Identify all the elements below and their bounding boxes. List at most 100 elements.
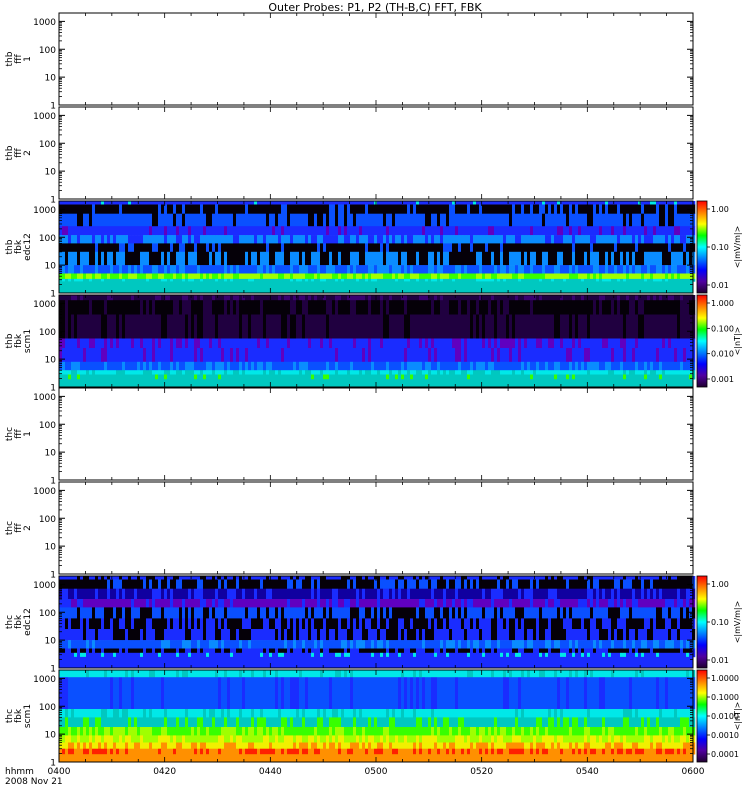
heatmap-cell bbox=[665, 348, 669, 363]
heatmap-cell bbox=[416, 361, 420, 371]
heatmap-cell bbox=[494, 338, 498, 349]
heatmap-cell bbox=[410, 361, 414, 371]
heatmap-cell bbox=[605, 204, 609, 214]
heatmap-cell bbox=[167, 361, 171, 371]
heatmap-cell bbox=[557, 265, 561, 274]
heatmap-cell bbox=[452, 226, 456, 236]
heatmap-cell bbox=[254, 226, 258, 236]
heatmap-cell bbox=[650, 201, 654, 205]
heatmap-cell bbox=[146, 243, 150, 253]
heatmap-cell bbox=[104, 243, 108, 253]
heatmap-cell bbox=[668, 204, 672, 214]
heatmap-cell bbox=[362, 204, 366, 214]
heatmap-cell bbox=[473, 300, 477, 315]
heatmap-cell bbox=[620, 361, 624, 371]
heatmap-cell bbox=[437, 213, 441, 227]
heatmap-cell bbox=[191, 338, 195, 349]
heatmap-cell bbox=[68, 599, 72, 608]
heatmap-cell bbox=[233, 201, 237, 205]
heatmap-cell bbox=[119, 348, 123, 363]
heatmap-cell bbox=[158, 243, 162, 253]
heatmap-cell bbox=[602, 251, 606, 266]
heatmap-cell bbox=[566, 314, 570, 339]
heatmap-cell bbox=[278, 235, 282, 244]
heatmap-cell bbox=[395, 361, 399, 371]
heatmap-cell bbox=[344, 348, 348, 363]
heatmap-cell bbox=[80, 607, 84, 619]
heatmap-cell bbox=[287, 235, 291, 244]
heatmap-cell bbox=[590, 265, 594, 274]
heatmap-cell bbox=[158, 201, 162, 205]
heatmap-cell bbox=[608, 348, 612, 363]
heatmap-cell bbox=[275, 348, 279, 363]
heatmap-cell bbox=[170, 629, 174, 641]
heatmap-cell bbox=[533, 265, 537, 274]
heatmap-cell bbox=[431, 273, 435, 280]
heatmap-cell bbox=[407, 348, 411, 363]
heatmap-cell bbox=[413, 361, 417, 371]
heatmap-cell bbox=[209, 348, 213, 363]
colorbar-unit: <|nT|> bbox=[733, 327, 742, 356]
heatmap-cell bbox=[251, 226, 255, 236]
heatmap-cell bbox=[530, 370, 534, 375]
heatmap-cell bbox=[515, 361, 519, 371]
heatmap-cell bbox=[563, 300, 567, 315]
heatmap-cell bbox=[146, 251, 150, 266]
heatmap-cell bbox=[176, 640, 180, 649]
heatmap-cell bbox=[98, 599, 102, 608]
heatmap-cell bbox=[524, 370, 528, 375]
heatmap-cell bbox=[194, 273, 198, 280]
heatmap-cell bbox=[317, 370, 321, 375]
heatmap-cell bbox=[479, 348, 483, 363]
heatmap-cell bbox=[386, 251, 390, 266]
heatmap-cell bbox=[371, 235, 375, 244]
heatmap-cell bbox=[266, 243, 270, 253]
heatmap-cell bbox=[539, 370, 543, 375]
heatmap-cell bbox=[299, 265, 303, 274]
heatmap-cell bbox=[410, 273, 414, 280]
heatmap-cell bbox=[569, 278, 573, 282]
heatmap-cell bbox=[422, 314, 426, 339]
heatmap-cell bbox=[185, 579, 189, 589]
heatmap-cell bbox=[71, 295, 75, 301]
heatmap-cell bbox=[515, 338, 519, 349]
heatmap-cell bbox=[314, 370, 318, 375]
heatmap-cell bbox=[548, 295, 552, 301]
heatmap-cell bbox=[98, 201, 102, 205]
heatmap-cell bbox=[503, 201, 507, 205]
heatmap-cell bbox=[380, 251, 384, 266]
heatmap-cell bbox=[299, 273, 303, 280]
heatmap-cell bbox=[92, 618, 96, 630]
heatmap-cell bbox=[371, 348, 375, 363]
heatmap-cell bbox=[122, 226, 126, 236]
heatmap-cell bbox=[593, 201, 597, 205]
heatmap-cell bbox=[206, 265, 210, 274]
heatmap-cell bbox=[617, 370, 621, 375]
heatmap-cell bbox=[62, 201, 66, 205]
y-tick-label: 1 bbox=[50, 571, 56, 581]
heatmap-cell bbox=[224, 251, 228, 266]
heatmap-cell bbox=[257, 226, 261, 236]
heatmap-cell bbox=[401, 361, 405, 371]
heatmap-cell bbox=[296, 273, 300, 280]
heatmap-cell bbox=[665, 374, 669, 380]
heatmap-cell bbox=[665, 235, 669, 244]
heatmap-cell bbox=[329, 213, 333, 227]
heatmap-cell bbox=[578, 278, 582, 282]
heatmap-cell bbox=[128, 599, 132, 608]
heatmap-cell bbox=[410, 295, 414, 301]
heatmap-cell bbox=[266, 213, 270, 227]
heatmap-cell bbox=[287, 338, 291, 349]
heatmap-cell bbox=[179, 243, 183, 253]
heatmap-cell bbox=[602, 374, 606, 380]
heatmap-cell bbox=[422, 374, 426, 380]
heatmap-cell bbox=[146, 226, 150, 236]
heatmap-cell bbox=[77, 599, 81, 608]
heatmap-cell bbox=[308, 235, 312, 244]
heatmap-cell bbox=[377, 243, 381, 253]
heatmap-cell bbox=[659, 338, 663, 349]
heatmap-cell bbox=[122, 607, 126, 619]
heatmap-cell bbox=[287, 201, 291, 205]
heatmap-cell bbox=[128, 348, 132, 363]
heatmap-cell bbox=[140, 607, 144, 619]
